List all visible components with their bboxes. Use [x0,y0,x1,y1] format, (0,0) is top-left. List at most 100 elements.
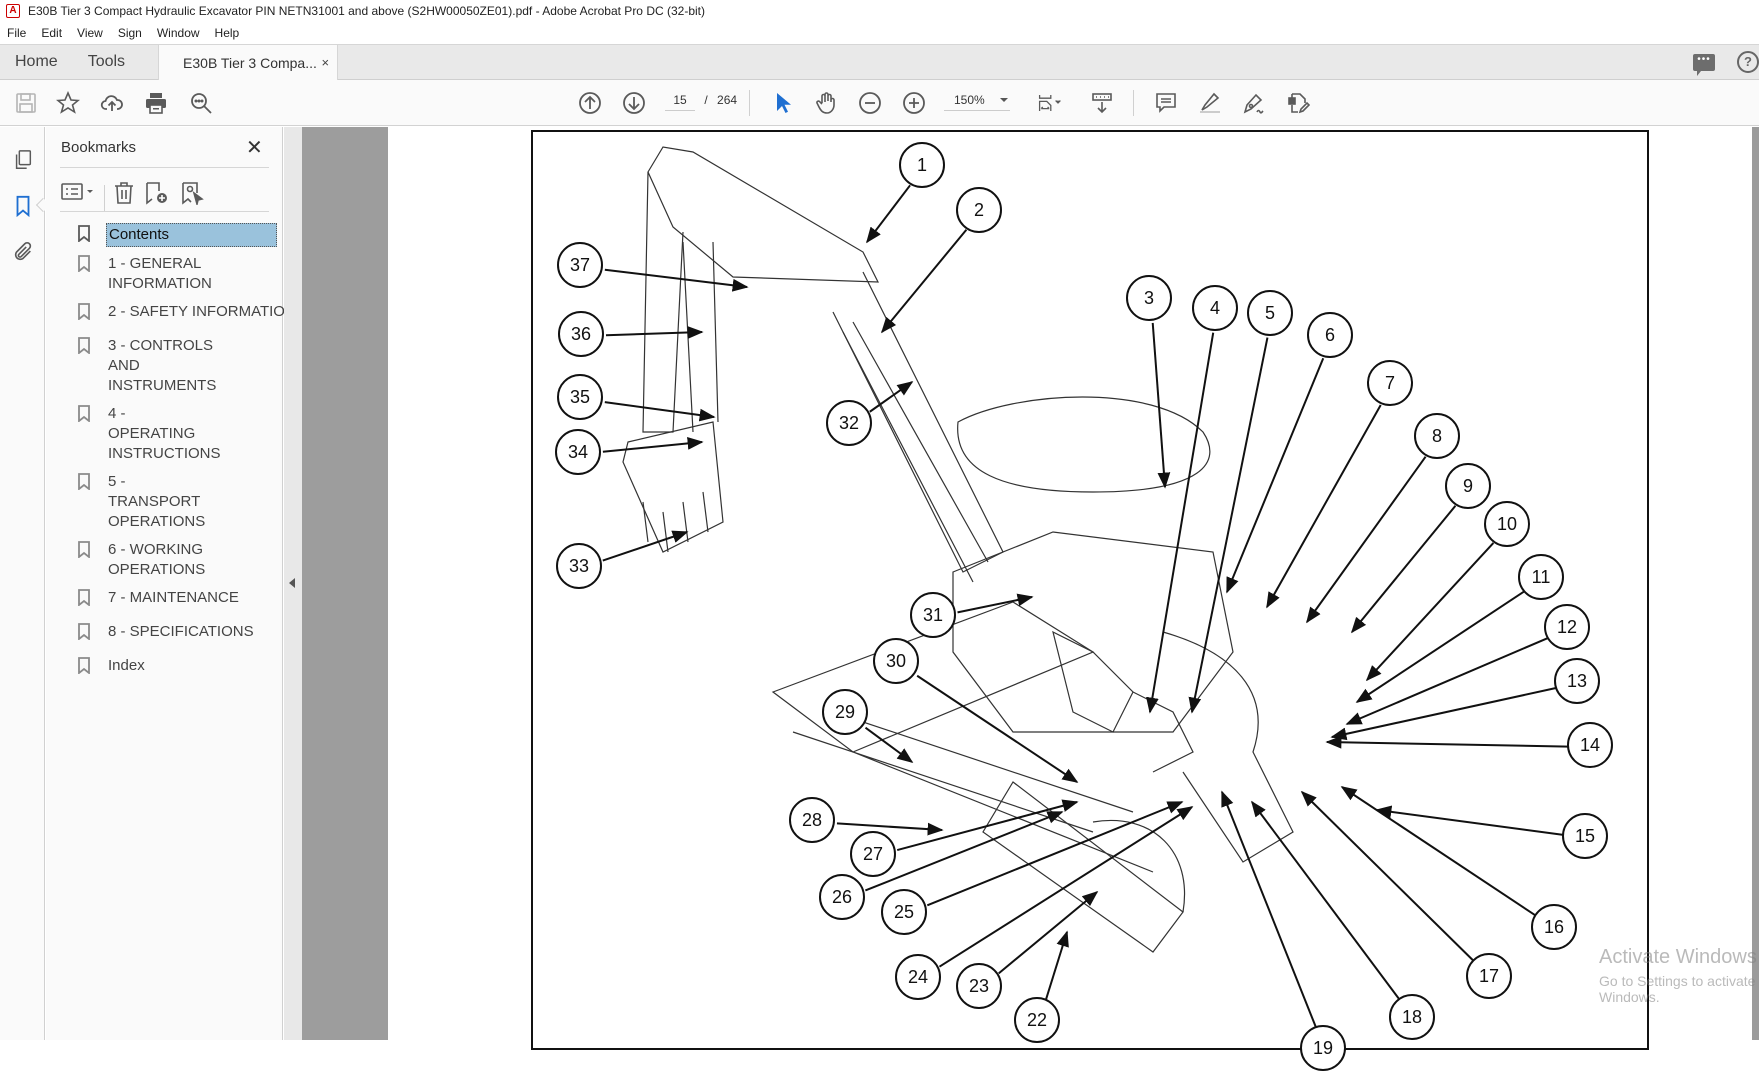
divider [104,185,105,211]
help-icon[interactable]: ? [1737,51,1759,73]
callout-5: 5 [1247,290,1293,336]
diagram-line [1162,631,1294,863]
bookmark-star-icon[interactable] [54,89,82,117]
callout-leader-arrow [1325,735,1570,749]
callout-35: 35 [557,374,603,420]
bookmarks-panel: Bookmarks ✕ Contents 1 - GENERAL INFORMA… [46,127,296,1040]
bookmarks-icon[interactable] [10,193,36,219]
bookmark-item[interactable]: 6 - WORKING OPERATIONS [72,539,277,581]
toolbar-divider [749,90,750,116]
hand-icon[interactable] [812,89,840,117]
find-bookmark-icon[interactable] [180,181,206,210]
save-icon[interactable] [12,89,40,117]
fit-page-icon[interactable] [1032,89,1068,117]
tab-tools[interactable]: Tools [73,45,140,79]
edit-pdf-icon[interactable] [1284,89,1312,117]
callout-leader-arrow [1350,505,1457,634]
callout-8: 8 [1414,413,1460,459]
bookmark-icon [78,303,90,320]
print-icon[interactable] [142,89,170,117]
sign-icon[interactable] [1240,89,1268,117]
callout-23: 23 [956,963,1002,1009]
callout-22: 22 [1014,997,1060,1043]
bookmark-icon [78,657,90,674]
bookmark-item[interactable]: 3 - CONTROLS AND INSTRUMENTS [72,335,277,397]
callout-leader-arrow [1306,456,1427,624]
options-menu-icon[interactable] [60,181,96,208]
callout-6: 6 [1307,312,1353,358]
menu-bar: File Edit View Sign Window Help [0,22,1759,44]
new-bookmark-icon[interactable] [144,181,170,210]
callout-33: 33 [556,543,602,589]
upload-cloud-icon[interactable] [98,89,126,117]
callout-10: 10 [1484,501,1530,547]
tab-document[interactable]: E30B Tier 3 Compa... × [158,45,339,80]
diagram-drawing [602,146,1570,1030]
page-thumbnails-icon[interactable] [10,147,36,173]
divider [60,167,269,168]
close-panel-icon[interactable]: ✕ [246,135,263,160]
page-down-icon[interactable] [620,89,648,117]
callout-leader-arrow [1340,786,1538,918]
callout-15: 15 [1562,813,1608,859]
menu-view[interactable]: View [70,26,111,40]
panel-collapse-handle[interactable] [284,127,302,1040]
callout-25: 25 [881,889,927,935]
callout-leader-arrow [602,437,704,453]
callout-leader-arrow [1365,542,1495,682]
menu-file[interactable]: File [0,26,34,40]
menu-edit[interactable]: Edit [34,26,70,40]
document-background [302,127,388,1040]
callout-2: 2 [956,187,1002,233]
bookmark-item[interactable]: 7 - MAINTENANCE [72,587,277,609]
bookmark-icon [78,589,90,606]
scroll-mode-icon[interactable] [1088,89,1116,117]
menu-sign[interactable]: Sign [111,26,150,40]
callout-11: 11 [1518,554,1564,600]
close-tab-icon[interactable]: × [321,55,329,70]
zoom-in-icon[interactable] [900,89,928,117]
page-up-icon[interactable] [576,89,604,117]
bookmark-item[interactable]: 2 - SAFETY INFORMATION [72,301,296,323]
watermark-line-2: Go to Settings to activate Windows. [1599,973,1756,1005]
tab-bar: Home Tools E30B Tier 3 Compa... × ••• ? [0,44,1759,80]
menu-window[interactable]: Window [150,26,208,40]
comment-icon[interactable] [1152,89,1180,117]
bookmark-item[interactable]: Contents [72,223,277,247]
diagram-line [647,146,879,283]
delete-bookmark-icon[interactable] [112,181,136,210]
zoom-level-value: 150% [954,93,985,107]
callout-leader-arrow [1375,805,1565,836]
tab-home[interactable]: Home [0,45,73,79]
vertical-scrollbar[interactable] [1752,127,1759,1040]
bookmark-item[interactable]: 5 - TRANSPORT OPERATIONS [72,471,277,533]
share-comments-icon[interactable]: ••• [1693,53,1715,76]
callout-leader-arrow [1266,404,1382,609]
zoom-out-icon[interactable] [856,89,884,117]
menu-help[interactable]: Help [208,26,248,40]
bookmark-item[interactable]: 8 - SPECIFICATIONS [72,621,277,643]
diagram-line [622,421,724,553]
bookmark-icon [78,405,90,422]
bookmark-label: 7 - MAINTENANCE [108,589,239,606]
page-separator: / [704,93,708,107]
highlight-icon[interactable] [1196,89,1224,117]
callout-leader-arrow [1226,357,1325,594]
search-zoom-icon[interactable] [187,89,215,117]
callout-16: 16 [1531,904,1577,950]
callout-14: 14 [1567,722,1613,768]
bookmark-label: 4 - OPERATING INSTRUCTIONS [108,405,221,462]
zoom-level-select[interactable]: 150% [944,93,1010,111]
bookmark-item[interactable]: Index [72,655,277,677]
callout-leader-arrow [1221,790,1318,1030]
diagram-line [952,531,1234,733]
bookmark-icon [78,473,90,490]
bookmark-item[interactable]: 1 - GENERAL INFORMATION [72,253,277,295]
bookmark-item[interactable]: 4 - OPERATING INSTRUCTIONS [72,403,277,465]
chevron-down-icon [1000,98,1008,102]
attachments-icon[interactable] [10,239,36,265]
navigation-rail [0,127,45,1040]
callout-34: 34 [555,429,601,475]
select-cursor-icon[interactable] [769,89,797,117]
current-page-input[interactable]: 15 [665,93,695,111]
